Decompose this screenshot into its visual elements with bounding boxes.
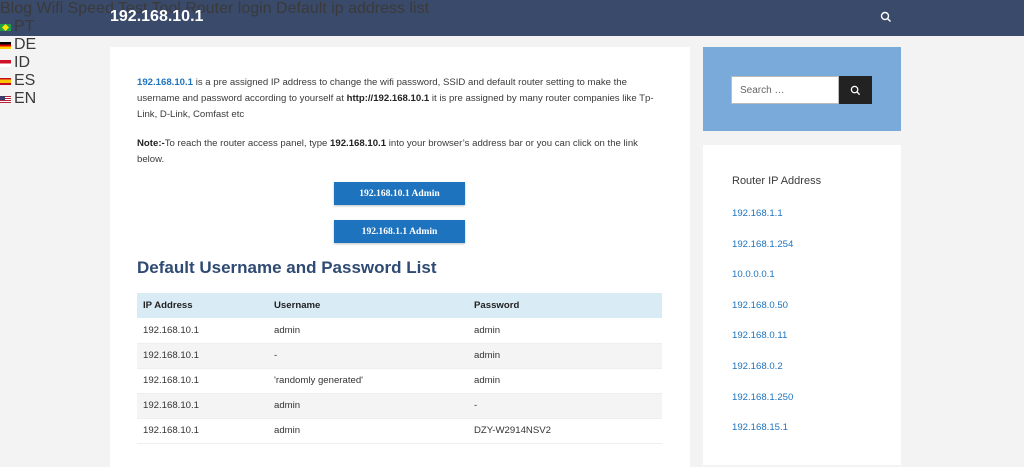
sidebar-heading: Router IP Address [732, 175, 822, 187]
cell-ip: 192.168.10.1 [137, 343, 268, 369]
cell-username: 'randomly generated' [268, 368, 468, 394]
search-icon[interactable] [880, 11, 892, 23]
cell-ip: 192.168.10.1 [137, 418, 268, 444]
admin-button-192-168-1-1[interactable]: 192.168.1.1 Admin [334, 220, 465, 243]
cell-ip: 192.168.10.1 [137, 318, 268, 344]
router-ip-link[interactable]: 10.0.0.0.1 [732, 269, 793, 300]
section-heading: Default Username and Password List [137, 258, 437, 277]
router-ip-link[interactable]: 192.168.1.250 [732, 392, 793, 423]
brazil-flag-icon [0, 23, 11, 31]
router-ip-link[interactable]: 192.168.0.11 [732, 330, 793, 361]
router-ip-link[interactable]: 192.168.0.50 [732, 300, 793, 331]
router-ip-link[interactable]: 192.168.0.2 [732, 361, 793, 392]
cell-password: DZY-W2914NSV2 [468, 418, 662, 444]
nav-blog[interactable]: Blog [0, 0, 32, 17]
search-icon [850, 85, 861, 95]
intro-ip-link[interactable]: 192.168.10.1 [137, 77, 193, 88]
credentials-table: IP Address Username Password 192.168.10.… [137, 293, 662, 444]
table-row: 192.168.10.1 - admin [137, 343, 662, 369]
cell-ip: 192.168.10.1 [137, 368, 268, 394]
sidebar-search-widget: Search … [703, 47, 901, 131]
cell-password: admin [468, 343, 662, 369]
site-title[interactable]: 192.168.10.1 [110, 8, 203, 26]
column-header-username: Username [274, 300, 321, 311]
table-row: 192.168.10.1 admin DZY-W2914NSV2 [137, 418, 662, 444]
router-ip-link[interactable]: 192.168.1.254 [732, 239, 793, 270]
lang-label: PT [14, 18, 35, 35]
table-header-row: IP Address Username Password [137, 293, 662, 318]
cell-password: - [468, 393, 662, 419]
cell-username: admin [268, 393, 468, 419]
lang-label: EN [14, 90, 37, 107]
cell-ip: 192.168.10.1 [137, 393, 268, 419]
note-label: Note:- [137, 138, 165, 149]
table-row: 192.168.10.1 'randomly generated' admin [137, 368, 662, 394]
note-paragraph: Note:-To reach the router access panel, … [137, 136, 667, 168]
lang-label: ID [14, 54, 30, 71]
table-row: 192.168.10.1 admin admin [137, 318, 662, 344]
lang-label: ES [14, 72, 36, 89]
note-ip: 192.168.10.1 [330, 138, 387, 149]
germany-flag-icon [0, 41, 11, 49]
top-navigation-bar: 192.168.10.1 Blog Wifi Speed Test Tool R… [0, 0, 1024, 107]
sidebar-router-ip-widget: Router IP Address 192.168.1.1 192.168.1.… [703, 145, 901, 465]
router-ip-list: 192.168.1.1 192.168.1.254 10.0.0.0.1 192… [732, 208, 793, 453]
main-content: 192.168.10.1 is a pre assigned IP addres… [110, 47, 690, 467]
cell-username: - [268, 343, 468, 369]
intro-url: http://192.168.10.1 [346, 93, 430, 104]
note-text: To reach the router access panel, type [164, 138, 331, 149]
usa-flag-icon [0, 95, 11, 103]
table-row: 192.168.10.1 admin - [137, 393, 662, 419]
cell-password: admin [468, 368, 662, 394]
lang-label: DE [14, 36, 37, 53]
intro-paragraph: 192.168.10.1 is a pre assigned IP addres… [137, 75, 667, 123]
spain-flag-icon [0, 77, 11, 85]
column-header-password: Password [474, 300, 520, 311]
router-ip-link[interactable]: 192.168.1.1 [732, 208, 793, 239]
search-button[interactable] [839, 76, 872, 104]
search-input[interactable]: Search … [731, 76, 839, 104]
cell-username: admin [268, 418, 468, 444]
indonesia-flag-icon [0, 59, 11, 67]
cell-username: admin [268, 318, 468, 344]
column-header-ip: IP Address [143, 300, 193, 311]
nav-default-ip-list[interactable]: Default ip address list [276, 0, 429, 17]
cell-password: admin [468, 318, 662, 344]
router-ip-link[interactable]: 192.168.15.1 [732, 422, 793, 453]
admin-button-192-168-10-1[interactable]: 192.168.10.1 Admin [334, 182, 465, 205]
